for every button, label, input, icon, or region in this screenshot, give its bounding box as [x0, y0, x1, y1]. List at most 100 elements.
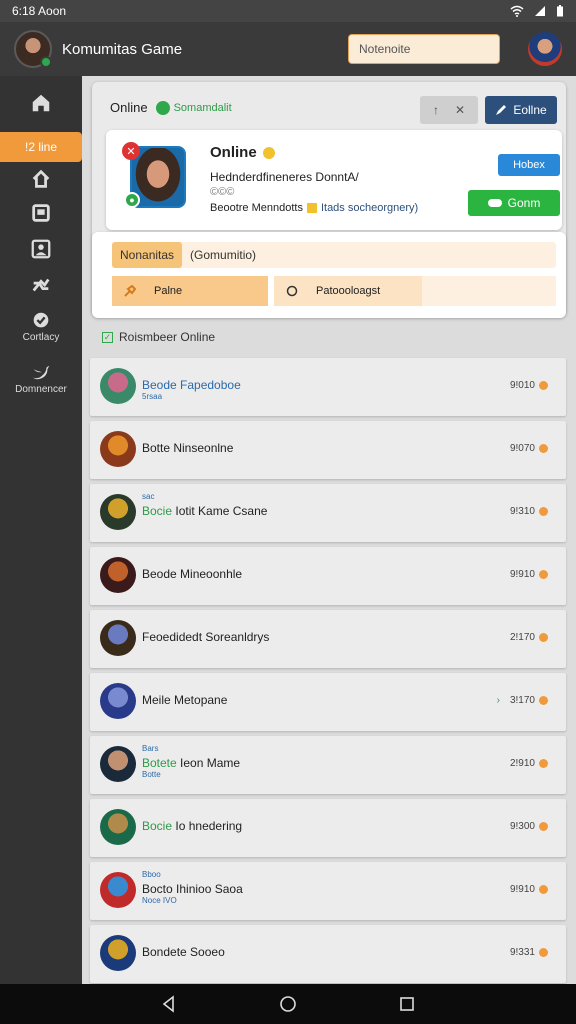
profile-line-1: Hednderdfineneres DonntA/: [210, 170, 359, 184]
sidebar-item-house[interactable]: [0, 168, 82, 190]
friend-avatar[interactable]: [100, 620, 136, 656]
friend-name-highlight: Bocie: [142, 504, 173, 518]
friend-row[interactable]: Beode Mineoonhle 9!910: [90, 547, 566, 605]
friend-name: Bocie Io hnedering: [142, 819, 242, 833]
friend-score-value: 2!910: [509, 758, 535, 769]
coin-icon: [539, 696, 548, 705]
remove-badge-icon[interactable]: ✕: [122, 142, 140, 160]
friend-score-value: 9!010: [509, 380, 535, 391]
sidebar-item-home[interactable]: [0, 92, 82, 114]
friend-avatar[interactable]: [100, 809, 136, 845]
coin-icon: [539, 822, 548, 831]
friend-row[interactable]: sac Bocie Iotit Kame Csane 9!310: [90, 484, 566, 542]
filter-panel: Nonanitas (Gomumitio) Palne Patoooloagst: [92, 232, 566, 318]
trend-arrow-icon: ›: [496, 695, 500, 706]
friend-score: 9!910: [510, 569, 548, 580]
edit-button[interactable]: Eollne: [485, 96, 557, 124]
friend-score: 9!070: [510, 443, 548, 454]
filter-button-b[interactable]: Patoooloagst: [274, 276, 422, 306]
profile-blue-button[interactable]: Hobex: [498, 154, 560, 176]
coin-icon: [539, 633, 548, 642]
friend-tag: sac: [142, 492, 155, 501]
friend-score: 9!331: [510, 947, 548, 958]
coin-icon: [539, 381, 548, 390]
app-title: Komumitas Game: [62, 40, 183, 58]
signal-icon: [535, 6, 545, 16]
back-icon[interactable]: [160, 995, 178, 1013]
filter-note: (Gomumitio): [190, 248, 257, 262]
sidebar-item-chat[interactable]: Cortlacy: [0, 310, 82, 343]
coin-icon: [539, 570, 548, 579]
sidebar-item-square[interactable]: [0, 202, 82, 224]
friend-row[interactable]: Beode Fapedoboe 5rsaa 9!010: [90, 358, 566, 416]
status-bar: 6:18 Aoon: [0, 0, 576, 22]
status-time: 6:18 Aoon: [12, 4, 67, 18]
friend-name: Botte Ninseonlne: [142, 441, 233, 455]
coin-icon: [539, 948, 548, 957]
filter-button-a[interactable]: Palne: [112, 276, 268, 306]
friend-name-text: Meile Metopane: [142, 693, 228, 707]
friend-avatar[interactable]: [100, 872, 136, 908]
pencil-icon: [496, 105, 507, 115]
friend-name: Beode Fapedoboe: [142, 378, 241, 392]
friend-name: Beode Mineoonhle: [142, 567, 242, 581]
filter-button-b-label: Patoooloagst: [316, 285, 381, 297]
friend-name-text: Iotit Kame Csane: [175, 504, 268, 518]
online-card-header: Online Somamdalit: [110, 100, 232, 115]
friend-avatar[interactable]: [100, 683, 136, 719]
profile-line-2: ©©©: [210, 186, 235, 198]
friend-name-text: Bocto Ihinioo Saoa: [142, 882, 243, 896]
friend-row[interactable]: Bondete Sooeo 9!331: [90, 925, 566, 983]
friend-name-highlight: Bocie: [142, 819, 173, 833]
card-tools: ↑ ✕: [420, 96, 478, 124]
friend-subtitle: Noce IVO: [142, 896, 177, 905]
bird-icon: [32, 365, 50, 380]
pin-icon: [124, 285, 136, 297]
chat-icon: [33, 312, 49, 328]
friend-score: 2!170: [510, 632, 548, 643]
friend-score-value: 9!310: [509, 506, 535, 517]
friend-row[interactable]: Bboo Bocto Ihinioo Saoa Noce IVO 9!910: [90, 862, 566, 920]
status-dot-icon: [155, 100, 170, 115]
section-header: ✓ Roismbeer Online: [102, 330, 215, 344]
friend-score-value: 9!331: [509, 947, 535, 958]
sidebar-item-share[interactable]: [0, 274, 82, 296]
sidebar-item-online[interactable]: !2 line: [0, 132, 82, 162]
friend-tag: Bars: [142, 744, 159, 753]
profile-line-3a: Beootre Menndotts: [210, 202, 303, 214]
friend-row[interactable]: Bocie Io hnedering 9!300: [90, 799, 566, 857]
recents-icon[interactable]: [398, 995, 416, 1013]
home-circle-icon[interactable]: [279, 995, 297, 1013]
user-avatar[interactable]: [528, 32, 562, 66]
friend-name-text: Bondete Sooeo: [142, 945, 225, 959]
filter-chip[interactable]: Nonanitas: [112, 242, 183, 268]
friend-score-value: 3!170: [509, 695, 535, 706]
profile-icon: [31, 239, 51, 259]
friend-score-value: 2!170: [509, 632, 535, 643]
friend-row[interactable]: Meile Metopane › 3!170: [90, 673, 566, 731]
friend-avatar[interactable]: [100, 431, 136, 467]
close-icon[interactable]: ✕: [455, 103, 465, 117]
search-input[interactable]: Notenoite: [348, 34, 500, 64]
sidebar-item-bird[interactable]: Domnencer: [0, 362, 82, 395]
friend-name: Bondete Sooeo: [142, 945, 225, 959]
sidebar-item-profile[interactable]: [0, 238, 82, 260]
friend-avatar[interactable]: [100, 557, 136, 593]
friend-row[interactable]: Feoedidedt Soreanldrys 2!170: [90, 610, 566, 668]
profile-green-button[interactable]: Gonm: [468, 190, 560, 216]
coin-icon: [539, 759, 548, 768]
friend-row[interactable]: Bars Botete Ieon Mame Botte 2!910: [90, 736, 566, 794]
coin-icon: [539, 507, 548, 516]
up-arrow-icon[interactable]: ↑: [433, 103, 439, 117]
friend-avatar[interactable]: [100, 746, 136, 782]
friend-avatar[interactable]: [100, 494, 136, 530]
check-icon[interactable]: ✓: [102, 331, 113, 343]
friend-name: Meile Metopane: [142, 693, 227, 707]
friend-avatar[interactable]: [100, 368, 136, 404]
friend-row[interactable]: Botte Ninseonlne 9!070: [90, 421, 566, 479]
friend-avatar[interactable]: [100, 935, 136, 971]
filter-actions: Palne Patoooloagst: [112, 276, 556, 306]
friend-score: 9!300: [510, 821, 548, 832]
community-avatar[interactable]: [14, 30, 52, 68]
online-status: Somamdalit: [155, 100, 232, 115]
